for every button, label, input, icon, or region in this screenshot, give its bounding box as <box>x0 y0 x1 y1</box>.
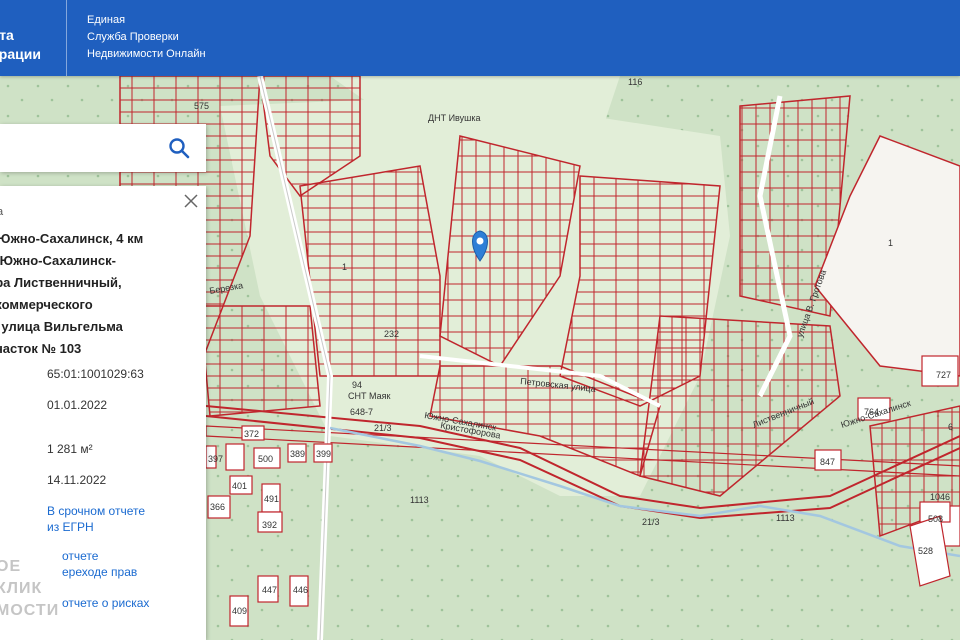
parcel-grid-west[interactable] <box>199 305 321 417</box>
close-icon[interactable] <box>184 194 198 208</box>
label-94: 94 <box>352 380 362 390</box>
label-447: 447 <box>262 585 277 595</box>
date-1: 01.01.2022 <box>47 398 108 412</box>
brand-line-2: ерации <box>0 46 41 62</box>
label-372: 372 <box>244 429 259 439</box>
label-1-mid: 1 <box>342 262 347 272</box>
label-1-big: 1 <box>888 238 893 248</box>
label-847: 847 <box>820 457 835 467</box>
label-21-3-b: 21/3 <box>642 517 660 527</box>
date-2: 14.11.2022 <box>47 473 107 487</box>
area-value: 1 281 м² <box>47 442 93 456</box>
label-392: 392 <box>262 520 277 530</box>
service-line-3: Недвижимости Онлайн <box>87 48 206 60</box>
label-1046: 1046 <box>930 492 950 502</box>
search-icon[interactable] <box>168 137 190 159</box>
service-line-2: Служба Проверки <box>87 31 179 43</box>
label-575: 575 <box>194 101 209 111</box>
label-389: 389 <box>290 449 305 459</box>
brand-logo[interactable]: ота ерации <box>0 0 66 76</box>
label-648-7: 648-7 <box>350 407 373 417</box>
search-bar <box>0 124 206 172</box>
label-727: 727 <box>936 370 951 380</box>
brand-line-1: ота <box>0 27 14 43</box>
service-title[interactable]: Единая Служба Проверки Недвижимости Онла… <box>87 12 206 63</box>
label-446: 446 <box>293 585 308 595</box>
label-1113-b: 1113 <box>776 513 795 523</box>
top-header: ота ерации Единая Служба Проверки Недвиж… <box>0 0 960 76</box>
object-category: а <box>0 206 4 218</box>
label-409: 409 <box>232 606 247 616</box>
object-info-panel: а г Южно-Сахалинск, 4 км и Южно-Сахалинс… <box>0 186 206 640</box>
label-401: 401 <box>232 481 247 491</box>
label-508: 508 <box>928 514 943 524</box>
label-6: 6 <box>948 422 953 432</box>
label-366: 366 <box>210 502 225 512</box>
cadastral-number: 65:01:1001029:63 <box>47 367 144 381</box>
label-dnt-ivushka: ДНТ Ивушка <box>428 113 481 123</box>
label-397: 397 <box>208 454 223 464</box>
label-21-3: 21/3 <box>374 423 392 433</box>
label-500: 500 <box>258 454 273 464</box>
risks-report-link[interactable]: отчете о рисках <box>62 595 149 611</box>
rights-transfer-link[interactable]: отчете ереходе прав <box>62 548 137 580</box>
label-399: 399 <box>316 449 331 459</box>
watermark: ОЕ КЛИК МОСТИ <box>0 558 60 619</box>
object-address: г Южно-Сахалинск, 4 км и Южно-Сахалинск-… <box>0 231 144 356</box>
label-232: 232 <box>384 329 399 339</box>
label-528: 528 <box>918 546 933 556</box>
label-1113-a: 1113 <box>410 495 429 505</box>
label-491: 491 <box>264 494 279 504</box>
header-divider <box>66 0 67 76</box>
label-116: 116 <box>628 77 642 87</box>
search-input[interactable] <box>6 132 160 166</box>
label-snt-mayak: СНТ Маяк <box>348 391 390 401</box>
egrn-report-link[interactable]: В срочном отчете из ЕГРН <box>47 503 145 535</box>
service-line-1: Единая <box>87 14 126 26</box>
